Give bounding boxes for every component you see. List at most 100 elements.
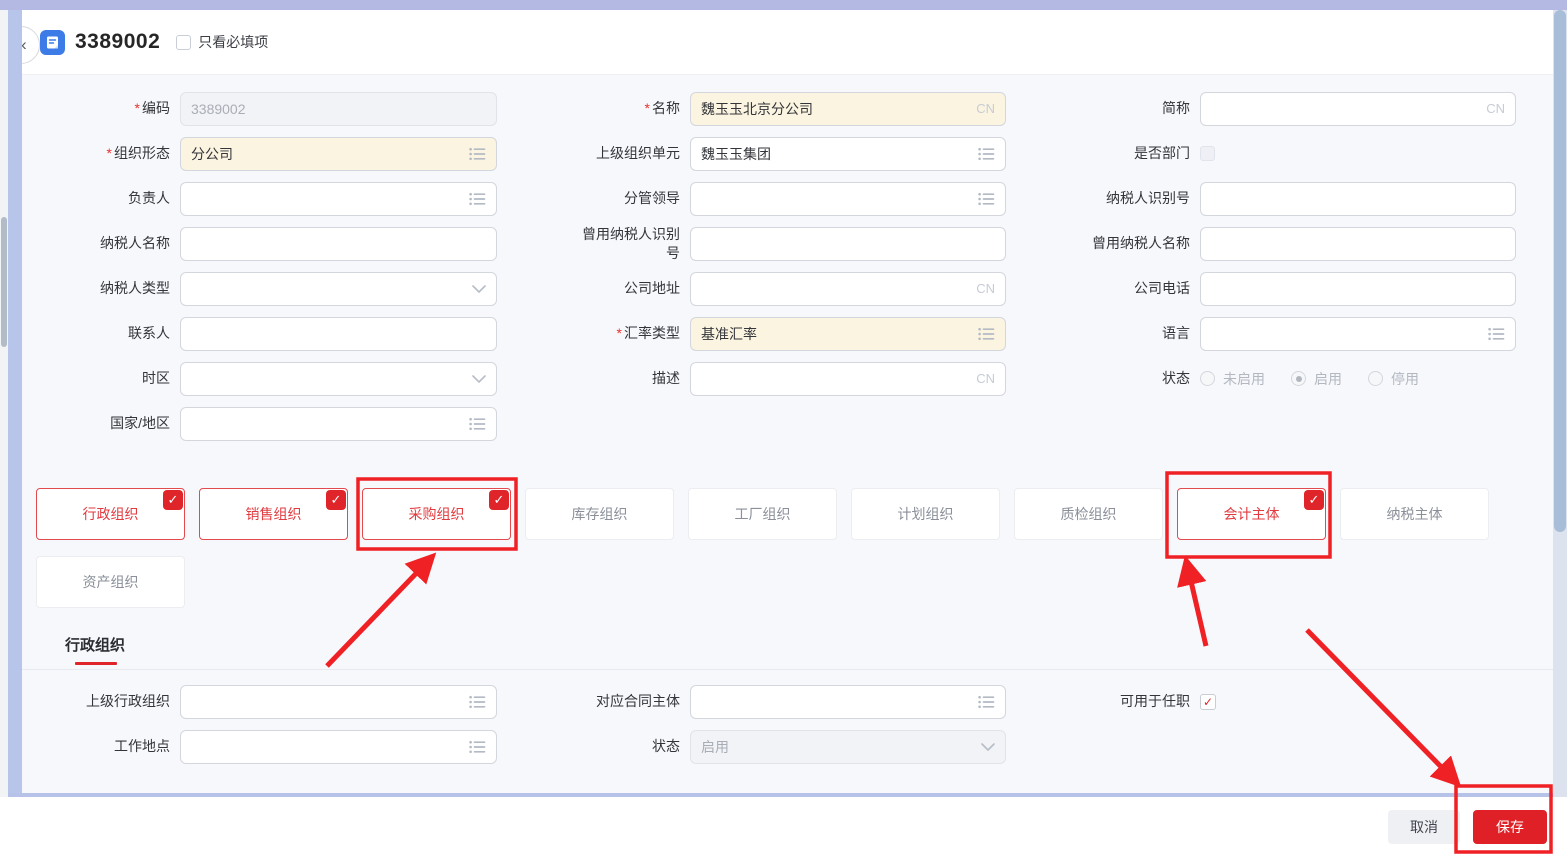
radio-circle xyxy=(1368,371,1383,386)
available-for-position-checkbox[interactable]: ✓ xyxy=(1200,694,1216,710)
chevron-down-icon[interactable] xyxy=(472,285,486,293)
work-location-cell xyxy=(180,730,497,764)
work-location-label: 工作地点 xyxy=(30,737,170,756)
contract-entity-field[interactable] xyxy=(690,685,1006,719)
picker-list-icon[interactable] xyxy=(978,192,995,206)
picker-list-icon[interactable] xyxy=(469,417,486,431)
code-label: *编码 xyxy=(30,99,170,118)
right-scrollbar-thumb[interactable] xyxy=(1554,10,1566,532)
exchange-rate-type-cell: 基准汇率 xyxy=(690,317,1006,351)
person-in-charge-cell xyxy=(180,182,497,216)
picker-list-icon[interactable] xyxy=(469,192,486,206)
former-taxpayer-id-field[interactable] xyxy=(690,227,1006,261)
form-row: 国家/地区 xyxy=(30,401,1553,446)
form-row: 时区描述CN状态未启用启用停用 xyxy=(30,356,1553,401)
save-button[interactable]: 保存 xyxy=(1473,810,1547,844)
admin-status-cell: 启用 xyxy=(690,730,1006,764)
org-form-field[interactable]: 分公司 xyxy=(180,137,497,171)
taxpayer-type-field[interactable] xyxy=(180,272,497,306)
country-region-label: 国家/地区 xyxy=(30,414,170,433)
language-field[interactable] xyxy=(1200,317,1516,351)
radio-circle xyxy=(1200,371,1215,386)
taxpayer-id-field[interactable] xyxy=(1200,182,1516,216)
tab-asset-org[interactable]: 资产组织 xyxy=(36,556,185,608)
time-zone-field[interactable] xyxy=(180,362,497,396)
picker-list-icon[interactable] xyxy=(978,695,995,709)
left-accent-strip xyxy=(8,10,22,797)
parent-admin-org-field[interactable] xyxy=(180,685,497,719)
org-name-field[interactable]: 魏玉玉北京分公司CN xyxy=(690,92,1006,126)
form-row: 工作地点状态启用 xyxy=(30,724,1553,769)
leader-in-charge-label: 分管领导 xyxy=(507,189,680,208)
parent-org-unit-field[interactable]: 魏玉玉集团 xyxy=(690,137,1006,171)
tab-planning-org[interactable]: 计划组织 xyxy=(851,488,1000,540)
code-field: 3389002 xyxy=(180,92,497,126)
country-region-field[interactable] xyxy=(180,407,497,441)
status-option: 未启用 xyxy=(1200,369,1265,389)
short-name-cell: CN xyxy=(1200,92,1516,126)
form-row: *编码3389002*名称魏玉玉北京分公司CN简称CN xyxy=(30,86,1553,131)
form-row: 纳税人类型公司地址CN公司电话 xyxy=(30,266,1553,311)
parent-org-unit-value: 魏玉玉集团 xyxy=(701,144,972,164)
cancel-button[interactable]: 取消 xyxy=(1388,810,1460,844)
check-glyph: ✓ xyxy=(1309,492,1320,508)
description-field[interactable]: CN xyxy=(690,362,1006,396)
tab-sales-org[interactable]: 销售组织✓ xyxy=(199,488,348,540)
picker-list-icon[interactable] xyxy=(978,147,995,161)
main-form: *编码3389002*名称魏玉玉北京分公司CN简称CN*组织形态分公司上级组织单… xyxy=(22,75,1553,446)
former-taxpayer-name-label: 曾用纳税人名称 xyxy=(1016,234,1190,253)
picker-list-icon[interactable] xyxy=(978,327,995,341)
description-label: 描述 xyxy=(507,369,680,388)
cn-locale-suffix: CN xyxy=(976,281,995,296)
tab-label: 销售组织 xyxy=(246,504,302,524)
form-content: *编码3389002*名称魏玉玉北京分公司CN简称CN*组织形态分公司上级组织单… xyxy=(22,75,1553,792)
picker-list-icon[interactable] xyxy=(1488,327,1505,341)
taxpayer-type-cell xyxy=(180,272,497,306)
taxpayer-name-field[interactable] xyxy=(180,227,497,261)
tab-quality-org[interactable]: 质检组织 xyxy=(1014,488,1163,540)
left-scrollbar-track[interactable] xyxy=(0,10,8,797)
taxpayer-name-cell xyxy=(180,227,497,261)
right-scrollbar-track[interactable] xyxy=(1553,10,1567,797)
exchange-rate-type-field[interactable]: 基准汇率 xyxy=(690,317,1006,351)
language-label: 语言 xyxy=(1016,324,1190,343)
cn-locale-suffix: CN xyxy=(976,371,995,386)
tab-tax-entity[interactable]: 纳税主体 xyxy=(1340,488,1489,540)
tab-accounting-entity[interactable]: 会计主体✓ xyxy=(1177,488,1326,540)
form-row: *组织形态分公司上级组织单元魏玉玉集团是否部门 xyxy=(30,131,1553,176)
available-for-position-label: 可用于任职 xyxy=(1016,692,1190,711)
company-phone-field[interactable] xyxy=(1200,272,1516,306)
tab-purchase-org[interactable]: 采购组织✓ xyxy=(362,488,511,540)
parent-admin-org-cell xyxy=(180,685,497,719)
former-taxpayer-name-field[interactable] xyxy=(1200,227,1516,261)
footer-bar: 取消 保存 xyxy=(0,797,1567,856)
description-cell: CN xyxy=(690,362,1006,396)
required-mark: * xyxy=(645,100,650,116)
person-in-charge-field[interactable] xyxy=(180,182,497,216)
left-scrollbar-thumb[interactable] xyxy=(1,217,7,347)
picker-list-icon[interactable] xyxy=(469,695,486,709)
work-location-field[interactable] xyxy=(180,730,497,764)
check-badge: ✓ xyxy=(163,490,183,510)
company-address-field[interactable]: CN xyxy=(690,272,1006,306)
short-name-field[interactable]: CN xyxy=(1200,92,1516,126)
company-phone-cell xyxy=(1200,272,1516,306)
picker-list-icon[interactable] xyxy=(469,740,486,754)
contact-person-field[interactable] xyxy=(180,317,497,351)
chevron-down-icon[interactable] xyxy=(472,375,486,383)
tab-admin-org[interactable]: 行政组织 ✓ xyxy=(36,488,185,540)
tab-label: 行政组织 xyxy=(83,504,139,524)
country-region-cell xyxy=(180,407,497,441)
parent-admin-org-label: 上级行政组织 xyxy=(30,692,170,711)
form-row: 联系人*汇率类型基准汇率语言 xyxy=(30,311,1553,356)
tab-inventory-org[interactable]: 库存组织 xyxy=(525,488,674,540)
required-only-checkbox[interactable] xyxy=(176,35,191,50)
picker-list-icon[interactable] xyxy=(469,147,486,161)
is-department-checkbox xyxy=(1200,146,1215,161)
leader-in-charge-field[interactable] xyxy=(690,182,1006,216)
required-only-label[interactable]: 只看必填项 xyxy=(198,32,268,52)
tab-factory-org[interactable]: 工厂组织 xyxy=(688,488,837,540)
form-row: 负责人分管领导纳税人识别号 xyxy=(30,176,1553,221)
chevron-down-icon[interactable] xyxy=(981,743,995,751)
is-department-cell xyxy=(1200,146,1516,161)
